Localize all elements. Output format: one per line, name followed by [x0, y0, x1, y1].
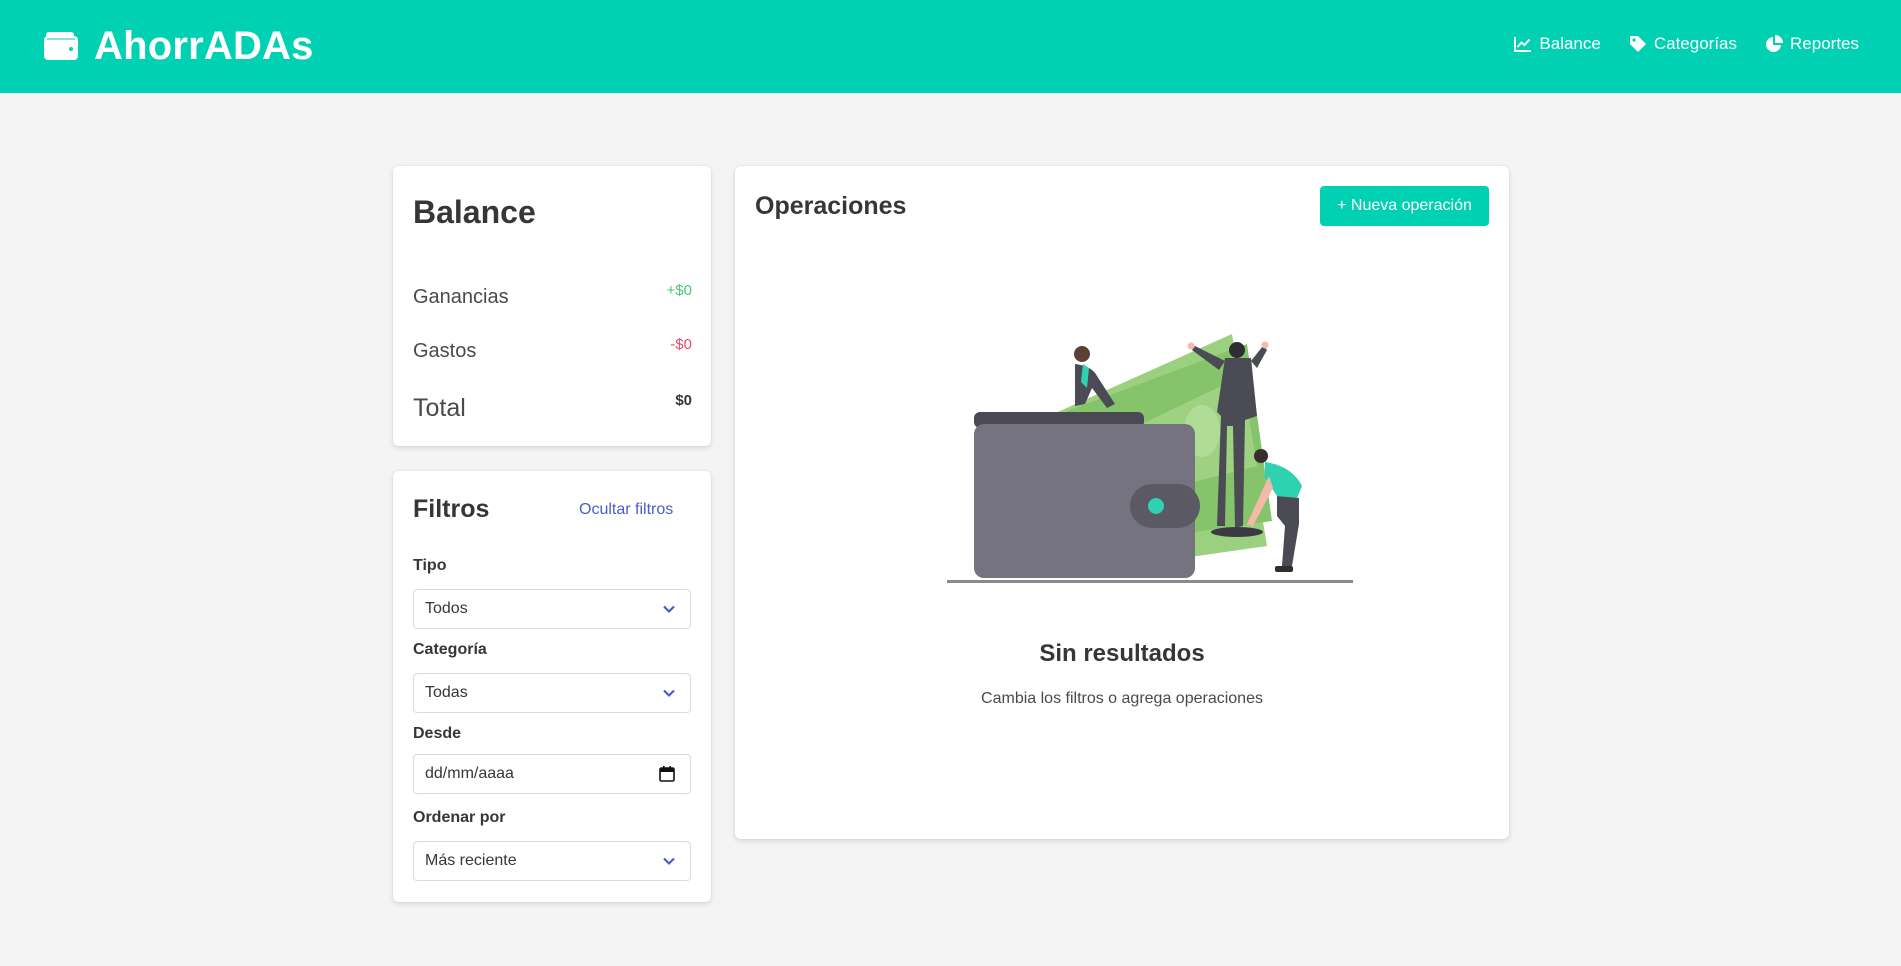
categoria-select-value: Todas	[425, 684, 468, 701]
balance-row-ganancias: Ganancias +$0	[413, 282, 692, 309]
nav-categorias-label: Categorías	[1653, 34, 1738, 53]
tipo-select[interactable]: Todos	[413, 589, 691, 629]
desde-date-placeholder: dd/mm/aaaa	[425, 765, 514, 782]
balance-card: Balance Ganancias +$0 Gastos -$0 Total $…	[393, 166, 711, 446]
nav-balance[interactable]: Balance	[1514, 34, 1601, 54]
tag-icon	[1629, 36, 1646, 52]
categoria-select[interactable]: Todas	[413, 673, 691, 713]
chevron-down-icon	[663, 605, 675, 614]
operations-card: Operaciones + Nueva operación Sin result…	[735, 166, 1509, 839]
hide-filters-link[interactable]: Ocultar filtros	[579, 501, 673, 519]
nav-categorias[interactable]: Categorías	[1629, 34, 1737, 54]
filters-card: Filtros Ocultar filtros Tipo Todos Categ…	[393, 471, 711, 902]
desde-date-input[interactable]: dd/mm/aaaa	[413, 754, 691, 794]
nav-reportes[interactable]: Reportes	[1765, 34, 1859, 54]
new-operation-button[interactable]: + Nueva operación	[1320, 186, 1489, 226]
ordenar-label: Ordenar por	[413, 809, 506, 826]
navbar: AhorrADAs Balance Categorías Reportes	[0, 0, 1901, 93]
balance-title: Balance	[413, 194, 536, 230]
main-nav: Balance Categorías Reportes	[1486, 34, 1859, 54]
empty-state-illustration	[947, 334, 1353, 583]
total-label: Total	[413, 394, 466, 422]
tipo-label: Tipo	[413, 557, 447, 574]
nav-reportes-label: Reportes	[1790, 34, 1859, 53]
empty-state-title: Sin resultados	[1039, 640, 1205, 667]
gastos-label: Gastos	[413, 340, 477, 362]
chart-line-icon	[1514, 37, 1532, 52]
filters-title: Filtros	[413, 495, 490, 523]
balance-row-gastos: Gastos -$0	[413, 336, 692, 363]
chevron-down-icon	[663, 857, 675, 866]
balance-row-total: Total $0	[413, 392, 692, 423]
calendar-icon[interactable]	[658, 765, 676, 783]
categoria-label: Categoría	[413, 641, 487, 658]
empty-state-subtitle: Cambia los filtros o agrega operaciones	[981, 690, 1263, 707]
chevron-down-icon	[663, 689, 675, 698]
tipo-select-value: Todos	[425, 600, 468, 617]
gastos-value: -$0	[670, 336, 692, 353]
wallet-icon	[44, 32, 78, 60]
pie-chart-icon	[1766, 35, 1784, 52]
ordenar-select-value: Más reciente	[425, 852, 517, 869]
total-value: $0	[675, 392, 692, 409]
app-title: AhorrADAs	[94, 24, 314, 68]
ganancias-label: Ganancias	[413, 286, 509, 308]
ganancias-value: +$0	[666, 282, 692, 299]
desde-label: Desde	[413, 725, 462, 742]
brand[interactable]: AhorrADAs	[44, 22, 314, 70]
operations-title: Operaciones	[755, 192, 907, 220]
nav-balance-label: Balance	[1539, 34, 1601, 53]
ordenar-select[interactable]: Más reciente	[413, 841, 691, 881]
